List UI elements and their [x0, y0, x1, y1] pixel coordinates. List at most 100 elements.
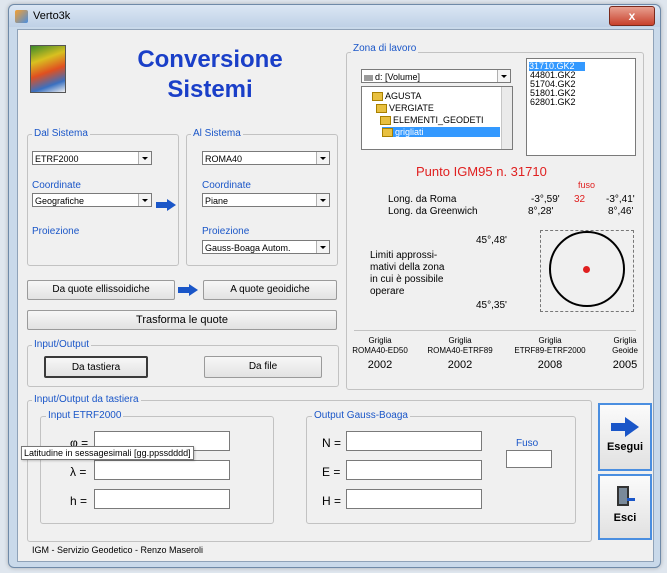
long-greenwich-west: 8°,28' — [528, 206, 554, 217]
folder-tree[interactable]: AGUSTA VERGIATE ELEMENTI_GEODETI griglia… — [361, 86, 513, 150]
drive-icon — [364, 74, 373, 81]
chevron-down-icon — [316, 152, 329, 164]
da-quote-ellissoidiche-button[interactable]: Da quote ellissoidiche — [27, 280, 175, 300]
al-proiezione-value: Gauss-Boaga Autom. — [205, 243, 291, 253]
tastiera-legend: Input/Output da tastiera — [32, 394, 141, 405]
file-item[interactable]: 62801.GK2 — [530, 98, 576, 107]
folder-item[interactable]: VERGIATE — [376, 103, 434, 114]
griglia-roma40-ed50: Griglia ROMA40-ED50 2002 — [350, 336, 410, 371]
griglia-sub: ETRF89-ETRF2000 — [514, 346, 586, 355]
fuso-output[interactable] — [506, 450, 552, 468]
output-gauss-boaga-legend: Output Gauss-Boaga — [312, 410, 410, 421]
file-list[interactable]: 31710.GK2 44801.GK2 51704.GK2 51801.GK2 … — [526, 58, 636, 156]
griglia-year: 2008 — [537, 359, 563, 371]
e-output[interactable] — [346, 460, 482, 480]
limiti-line2: mativi della zona — [370, 262, 445, 273]
exit-door-icon — [615, 486, 635, 508]
logo-image — [30, 45, 66, 93]
limiti-line4: operare — [370, 286, 405, 297]
punto-label: Punto IGM95 n. 31710 — [416, 164, 547, 179]
da-file-button[interactable]: Da file — [204, 356, 322, 378]
fuso-label: Fuso — [516, 438, 539, 449]
chevron-down-icon — [138, 152, 151, 164]
longitude-input[interactable] — [94, 460, 230, 480]
griglia-title: Griglia — [538, 336, 562, 345]
al-coordinate-label: Coordinate — [202, 180, 251, 191]
long-roma-west: -3°,59' — [531, 194, 560, 205]
griglia-year: 2005 — [612, 359, 638, 371]
griglia-year: 2002 — [447, 359, 473, 371]
n-output[interactable] — [346, 431, 482, 451]
griglia-etrf89-etrf2000: Griglia ETRF89-ETRF2000 2008 — [512, 336, 588, 371]
tree-scrollbar[interactable] — [501, 87, 512, 149]
al-proiezione-select[interactable]: Gauss-Boaga Autom. — [202, 240, 330, 254]
chevron-down-icon — [497, 70, 510, 82]
a-quote-geoidiche-button[interactable]: A quote geoidiche — [203, 280, 337, 300]
esegui-label: Esegui — [606, 441, 644, 453]
title-bar[interactable]: Verto3k x — [9, 5, 660, 27]
app-title-line1: Conversione — [137, 46, 283, 73]
folder-item[interactable]: ELEMENTI_GEODETI — [380, 115, 484, 126]
griglia-sub: ROMA40-ED50 — [352, 346, 408, 355]
arrow-right-icon — [178, 284, 200, 296]
folder-item[interactable]: AGUSTA — [372, 91, 422, 102]
long-greenwich-east: 8°,46' — [608, 206, 634, 217]
chevron-down-icon — [138, 194, 151, 206]
lat-south-label: 45°,35' — [476, 300, 507, 311]
esci-label: Esci — [613, 512, 637, 524]
limiti-line1: Limiti approssi- — [370, 250, 438, 261]
folder-label: VERGIATE — [389, 103, 434, 113]
folder-icon — [380, 116, 391, 126]
e-label: E = — [322, 465, 341, 479]
lat-north-label: 45°,48' — [476, 235, 507, 246]
folder-label: AGUSTA — [385, 91, 422, 101]
dal-proiezione-label: Proiezione — [32, 226, 80, 237]
io-legend: Input/Output — [32, 339, 92, 350]
dal-coordinate-value: Geografiche — [35, 196, 85, 206]
dal-sistema-value: ETRF2000 — [35, 154, 79, 164]
lambda-label: λ = — [70, 465, 87, 479]
chevron-down-icon — [316, 194, 329, 206]
al-sistema-select[interactable]: ROMA40 — [202, 151, 330, 165]
app-title-line2: Sistemi — [167, 76, 253, 103]
al-sistema-legend: Al Sistema — [191, 128, 243, 139]
fuso-value: 32 — [574, 194, 586, 205]
app-icon — [15, 10, 28, 23]
al-coordinate-value: Piane — [205, 196, 229, 206]
folder-icon — [376, 104, 387, 114]
point-marker — [583, 266, 590, 273]
zone-map — [540, 230, 634, 312]
height-input[interactable] — [94, 489, 230, 509]
long-greenwich-label: Long. da Greenwich — [388, 206, 478, 217]
arrow-right-icon — [611, 417, 639, 437]
folder-label: grigliati — [395, 127, 424, 137]
trasforma-quote-button[interactable]: Trasforma le quote — [27, 310, 337, 330]
dal-sistema-legend: Dal Sistema — [32, 128, 90, 139]
folder-label: ELEMENTI_GEODETI — [393, 115, 484, 125]
griglia-roma40-etrf89: Griglia ROMA40-ETRF89 2002 — [426, 336, 494, 371]
window-title: Verto3k — [33, 10, 71, 22]
dal-coordinate-label: Coordinate — [32, 180, 81, 191]
griglie-separator — [354, 330, 636, 331]
griglia-title: Griglia — [448, 336, 472, 345]
da-tastiera-button[interactable]: Da tastiera — [44, 356, 148, 378]
h-label: h = — [70, 494, 88, 508]
h-output[interactable] — [346, 489, 482, 509]
esegui-button[interactable]: Esegui — [598, 403, 652, 471]
client-area: Conversione Sistemi Dal Sistema ETRF2000… — [17, 29, 654, 562]
griglia-title: Griglia — [613, 336, 637, 345]
al-coordinate-select[interactable]: Piane — [202, 193, 330, 207]
dal-coordinate-select[interactable]: Geografiche — [32, 193, 152, 207]
long-roma-label: Long. da Roma — [388, 194, 457, 205]
griglia-sub: ROMA40-ETRF89 — [427, 346, 493, 355]
zona-di-lavoro-legend: Zona di lavoro — [351, 43, 419, 54]
drive-select[interactable]: d: [Volume] — [361, 69, 511, 83]
dal-sistema-select[interactable]: ETRF2000 — [32, 151, 152, 165]
esci-button[interactable]: Esci — [598, 474, 652, 540]
folder-item-selected[interactable]: grigliati — [382, 127, 500, 138]
main-window: Verto3k x Conversione Sistemi Dal Sistem… — [8, 4, 661, 568]
griglia-sub: Geoide — [612, 346, 638, 355]
griglia-year: 2002 — [367, 359, 393, 371]
close-button[interactable]: x — [609, 6, 655, 26]
al-sistema-value: ROMA40 — [205, 154, 243, 164]
